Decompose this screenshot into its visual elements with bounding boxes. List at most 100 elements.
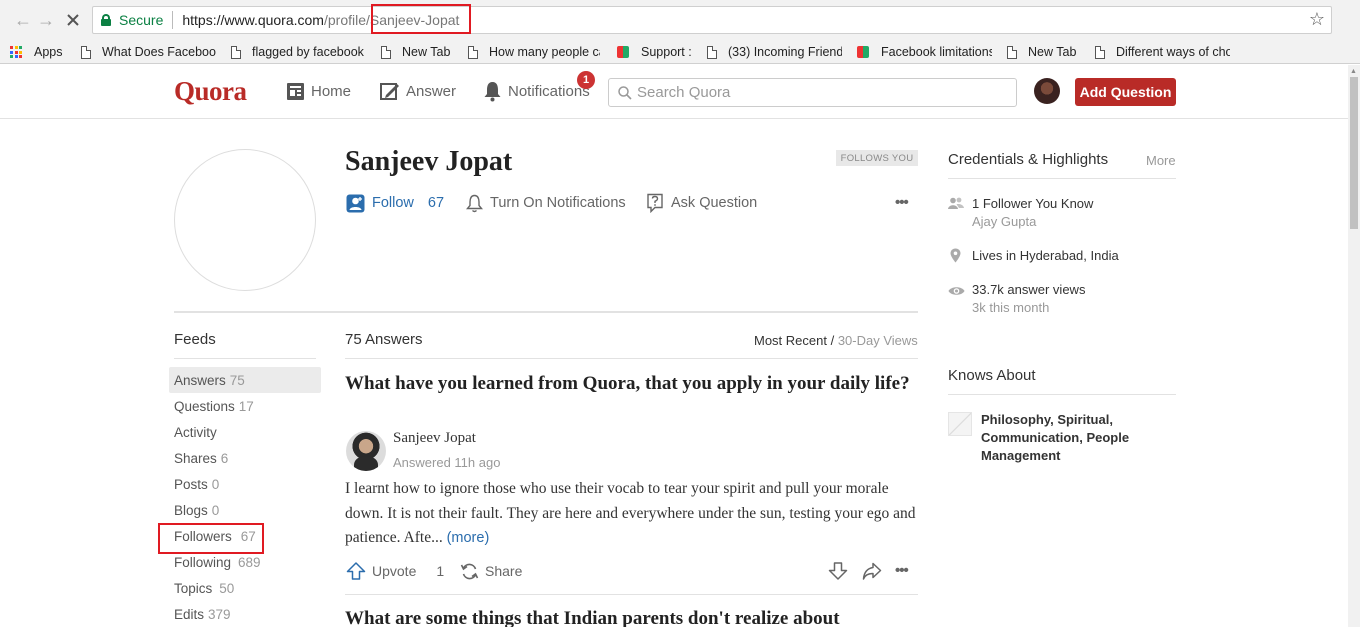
page-icon: [381, 45, 391, 59]
turn-on-notifications-button[interactable]: Turn On Notifications: [466, 192, 626, 214]
bookmark-item[interactable]: flagged by facebook: [231, 43, 364, 61]
location-pin-icon: [950, 248, 961, 263]
feed-item-activity[interactable]: Activity: [169, 419, 321, 445]
profile-more-icon[interactable]: •••: [895, 194, 909, 211]
profile-name: Sanjeev Jopat: [345, 146, 513, 177]
secure-label: Secure: [119, 12, 164, 28]
bookmark-item[interactable]: New Tab: [381, 43, 450, 61]
bookmark-item[interactable]: New Tab: [1007, 43, 1076, 61]
feed-item-shares[interactable]: Shares 6: [169, 445, 321, 471]
knows-about-title: Knows About: [948, 367, 1036, 384]
ask-question-button[interactable]: Ask Question: [646, 192, 757, 214]
nav-notifications[interactable]: Notifications: [483, 79, 590, 103]
share-cycle-icon: [460, 563, 479, 579]
feed-item-topics[interactable]: Topics 50: [169, 575, 321, 601]
mutual-follower-name[interactable]: Ajay Gupta: [972, 214, 1036, 229]
lock-icon: [101, 14, 111, 26]
credentials-more-link[interactable]: More: [1146, 153, 1176, 168]
feed-item-edits[interactable]: Edits 379: [169, 601, 321, 627]
scroll-up-icon[interactable]: ▲: [1350, 68, 1357, 75]
answer-views: 33.7k answer views: [972, 282, 1086, 297]
page-scrollbar[interactable]: ▲: [1348, 65, 1360, 627]
more-link[interactable]: (more): [447, 530, 490, 546]
upvote-arrow-icon: [346, 562, 366, 580]
bookmarks-bar: Apps What Does Facebook flagged by faceb…: [0, 40, 1360, 64]
answer-text: I learnt how to ignore those who use the…: [345, 480, 916, 546]
question-title[interactable]: What have you learned from Quora, that y…: [345, 372, 921, 395]
answer-more-icon[interactable]: •••: [895, 562, 909, 579]
page-icon: [468, 45, 478, 59]
credentials-title: Credentials & Highlights: [948, 151, 1109, 168]
followers-you-know[interactable]: 1 Follower You Know: [972, 196, 1093, 211]
bell-icon: [484, 81, 501, 101]
author-avatar[interactable]: [346, 431, 386, 471]
apps-grid-icon: [10, 46, 22, 58]
search-icon: [618, 85, 632, 100]
browser-toolbar: ← → Secure https://www.quora.com /profil…: [0, 0, 1360, 40]
nav-answer[interactable]: Answer: [380, 79, 456, 103]
nav-home[interactable]: Home: [286, 79, 351, 103]
back-arrow-icon[interactable]: ←: [12, 9, 34, 31]
search-placeholder: Search Quora: [637, 84, 731, 101]
forward-arrow-icon[interactable]: →: [35, 9, 57, 31]
bookmark-item[interactable]: Facebook limitations: [857, 43, 992, 61]
site-header: Quora Home Answer Notifications 1 Search…: [0, 65, 1348, 119]
follow-button[interactable]: Follow 67: [346, 192, 444, 214]
author-name[interactable]: Sanjeev Jopat: [393, 430, 476, 447]
feed-item-posts[interactable]: Posts 0: [169, 471, 321, 497]
search-input[interactable]: Search Quora: [608, 78, 1017, 107]
quora-logo[interactable]: Quora: [174, 76, 247, 107]
bookmark-apps[interactable]: Apps: [10, 43, 63, 61]
profile-divider: [174, 311, 918, 313]
location-text: Lives in Hyderabad, India: [972, 248, 1119, 263]
eye-icon: [948, 287, 965, 295]
feed-item-blogs[interactable]: Blogs 0: [169, 497, 321, 523]
page-icon: [1007, 45, 1017, 59]
upvote-count: 1: [436, 563, 445, 579]
people-icon: [948, 197, 964, 209]
address-bar[interactable]: Secure https://www.quora.com /profile/ S…: [92, 4, 1332, 34]
site-icon: [857, 46, 869, 58]
followers-highlight-box: [158, 523, 264, 554]
topic-image-icon: [948, 412, 972, 436]
bell-outline-icon: [466, 194, 483, 212]
home-feed-icon: [287, 82, 304, 100]
site-icon: [617, 46, 629, 58]
share-button[interactable]: Share: [460, 560, 522, 582]
stop-loading-icon[interactable]: [62, 9, 84, 31]
add-question-button[interactable]: Add Question: [1075, 78, 1176, 106]
answered-timestamp: Answered 11h ago: [393, 455, 501, 470]
feeds-title: Feeds: [174, 331, 216, 348]
page-icon: [81, 45, 91, 59]
knows-about-topics[interactable]: Philosophy, Spiritual, Communication, Pe…: [981, 411, 1161, 465]
bookmark-item[interactable]: What Does Facebook: [81, 43, 216, 61]
next-question-title[interactable]: What are some things that Indian parents…: [345, 608, 921, 627]
page-icon: [707, 45, 717, 59]
sort-most-recent[interactable]: Most Recent: [754, 333, 827, 348]
upvote-button[interactable]: Upvote 1: [346, 560, 444, 582]
share-forward-button[interactable]: [862, 560, 888, 582]
follows-you-badge: FOLLOWS YOU: [836, 150, 918, 166]
share-arrow-icon: [862, 562, 882, 580]
answers-count: 75 Answers: [345, 331, 423, 348]
feed-item-questions[interactable]: Questions 17: [169, 393, 321, 419]
user-avatar[interactable]: [1034, 78, 1060, 104]
scroll-thumb[interactable]: [1350, 77, 1358, 229]
notification-badge: 1: [577, 71, 595, 89]
views-this-month: 3k this month: [972, 300, 1050, 315]
bookmark-item[interactable]: How many people ca: [468, 43, 600, 61]
downvote-button[interactable]: [828, 560, 854, 582]
url-path: /profile/: [323, 12, 370, 28]
url-base: https://www.quora.com: [182, 12, 324, 28]
bookmark-star-icon[interactable]: ☆: [1309, 9, 1325, 30]
bookmark-item[interactable]: (33) Incoming Friend: [707, 43, 842, 61]
url-highlight-box: [371, 4, 471, 34]
profile-photo: [174, 149, 316, 291]
feed-item-answers[interactable]: Answers 75: [169, 367, 321, 393]
follow-count: 67: [427, 195, 445, 211]
sort-30-day-views[interactable]: 30-Day Views: [838, 333, 918, 348]
bookmark-item[interactable]: Different ways of cho: [1095, 43, 1230, 61]
sort-options: Most Recent / 30-Day Views: [754, 333, 918, 348]
follow-user-icon: [346, 194, 365, 212]
bookmark-item[interactable]: Support :: [617, 43, 692, 61]
